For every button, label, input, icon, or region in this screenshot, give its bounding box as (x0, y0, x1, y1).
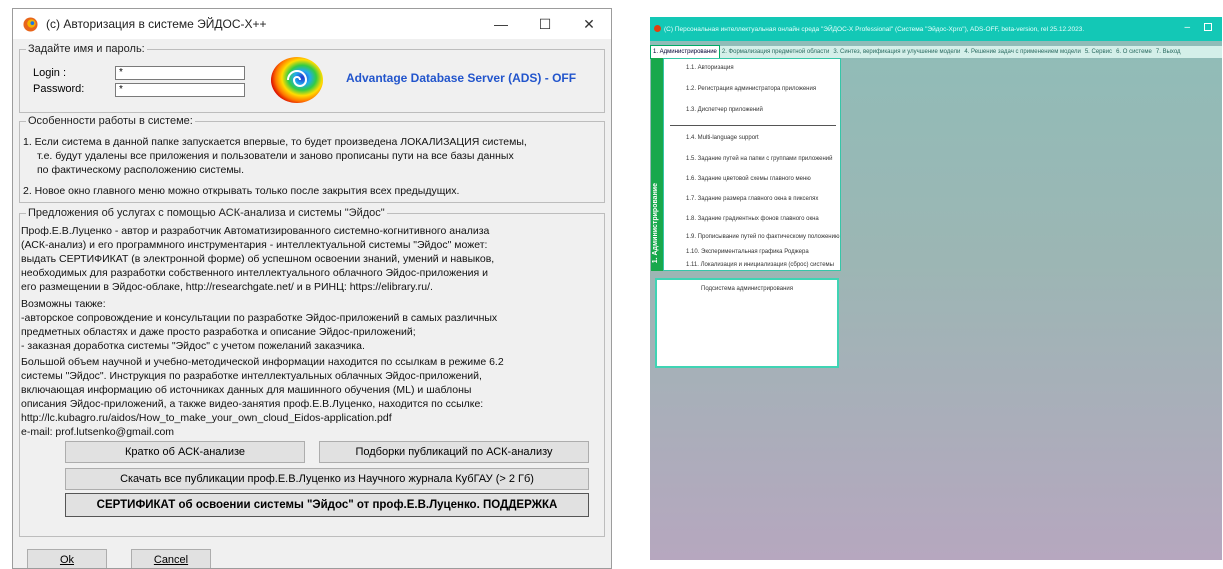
submenu-item-1-1[interactable]: 1.1. Авторизация (686, 65, 734, 71)
login-group-legend: Задайте имя и пароль: (28, 43, 145, 55)
submenu-item-1-4[interactable]: 1.4. Multi-language support (686, 135, 759, 141)
administration-subsystem-panel: Подсистема администрирования (655, 278, 839, 368)
submenu-item-1-6[interactable]: 1.6. Задание цветовой схемы главного мен… (686, 176, 811, 182)
menu-item-synthesis[interactable]: 3. Синтез, верификация и улучшение модел… (831, 46, 962, 58)
minimize-icon[interactable]: – (1184, 22, 1190, 33)
certificate-support-button[interactable]: СЕРТИФИКАТ об освоении системы "Эйдос" о… (65, 493, 589, 517)
submenu-item-1-5[interactable]: 1.5. Задание путей на папки с группами п… (686, 156, 832, 162)
submenu-separator (670, 125, 836, 126)
cancel-label: Cancel (153, 554, 189, 566)
login-input[interactable]: * (115, 66, 245, 80)
dialog-title: (c) Авторизация в системе ЭЙДОС-X++ (46, 17, 267, 31)
cancel-button[interactable]: Cancel (131, 549, 211, 568)
eidos-app-icon (654, 25, 661, 32)
main-titlebar[interactable]: (C) Персональная интеллектуальная онлайн… (650, 17, 1222, 41)
eidos-logo-icon (271, 57, 323, 103)
menu-item-exit[interactable]: 7. Выход (1154, 46, 1183, 58)
services-line-15: e-mail: prof.lutsenko@gmail.com (21, 426, 175, 438)
password-input[interactable]: * (115, 83, 245, 97)
ads-status-text: Advantage Database Server (ADS) - OFF (346, 71, 577, 85)
menu-item-formalization[interactable]: 2. Формализация предметной области (720, 46, 831, 58)
main-menubar: 1. Администрирование 2. Формализация пре… (650, 45, 1222, 59)
services-line-14: http://lc.kubagro.ru/aidos/How_to_make_y… (21, 412, 392, 424)
maximize-icon[interactable] (1204, 23, 1212, 31)
ok-label: Ok (59, 554, 75, 566)
services-line-7: -авторское сопровождение и консультации … (21, 312, 498, 324)
menu-item-service[interactable]: 5. Сервис (1083, 46, 1114, 58)
authorization-dialog: (c) Авторизация в системе ЭЙДОС-X++ — ☐ … (12, 8, 612, 569)
services-line-9: - заказная доработка системы "Эйдос" с у… (21, 340, 365, 352)
feature-line-4: 2. Новое окно главного меню можно открыв… (23, 185, 460, 197)
panel-title: Подсистема администрирования (701, 286, 793, 292)
submenu-item-1-2[interactable]: 1.2. Регистрация администратора приложен… (686, 86, 816, 92)
password-label: Password: (33, 83, 85, 95)
eidos-main-window: (C) Персональная интеллектуальная онлайн… (650, 17, 1222, 560)
feature-line-1: 1. Если система в данной папке запускает… (23, 136, 527, 148)
services-line-2: (АСК-анализ) и его программного инструме… (21, 239, 488, 251)
maximize-button[interactable]: ☐ (523, 9, 567, 39)
services-line-11: системы "Эйдос". Инструкция по разработк… (21, 370, 482, 382)
services-line-6: Возможны также: (21, 298, 106, 310)
submenu-item-1-3[interactable]: 1.3. Диспетчер приложений (686, 107, 763, 113)
minimize-button[interactable]: — (479, 9, 523, 39)
vertical-menu-banner: 1. Администрирование (651, 58, 663, 271)
menu-item-solving[interactable]: 4. Решение задач с применением модели (962, 46, 1082, 58)
brief-ask-analysis-button[interactable]: Кратко об АСК-анализе (65, 441, 305, 463)
submenu-item-1-10[interactable]: 1.10. Экспериментальная графика Роджера (686, 249, 809, 255)
features-group-legend: Особенности работы в системе: (28, 115, 193, 127)
services-line-5: его размещении в Эйдос-облаке, http://re… (21, 281, 433, 293)
dialog-titlebar[interactable]: (c) Авторизация в системе ЭЙДОС-X++ — ☐ … (13, 9, 611, 39)
login-label: Login : (33, 67, 67, 79)
close-button[interactable]: ✕ (567, 9, 611, 39)
submenu-item-1-9[interactable]: 1.9. Прописывание путей по фактическому … (686, 234, 839, 240)
menu-item-about[interactable]: 6. О системе (1114, 46, 1154, 58)
services-line-1: Проф.Е.В.Луценко - автор и разработчик А… (21, 225, 490, 237)
services-line-12: включающая информацию об источниках данн… (21, 384, 472, 396)
ok-button[interactable]: Ok (27, 549, 107, 568)
menu-item-administration[interactable]: 1. Администрирование (650, 45, 720, 59)
publications-selection-button[interactable]: Подборки публикаций по АСК-анализу (319, 441, 589, 463)
main-window-title: (C) Персональная интеллектуальная онлайн… (664, 25, 1085, 33)
download-publications-button[interactable]: Скачать все публикации проф.Е.В.Луценко … (65, 468, 589, 490)
submenu-item-1-8[interactable]: 1.8. Задание градиентных фонов главного … (686, 216, 819, 222)
eidos-app-icon (23, 16, 38, 32)
submenu-item-1-11[interactable]: 1.11. Локализация и инициализация (сброс… (686, 262, 834, 268)
services-line-10: Большой объем научной и учебно-методичес… (21, 356, 504, 368)
services-group-legend: Предложения об услугах с помощью АСК-ана… (28, 207, 385, 219)
feature-line-2: т.е. будут удалены все приложения и поль… (37, 150, 514, 162)
services-line-8: предметных областях и даже просто разраб… (21, 326, 416, 338)
services-line-4: необходимых для разработки собственного … (21, 267, 488, 279)
vertical-menu-label: 1. Администрирование (652, 182, 659, 263)
administration-dropdown: 1.1. Авторизация 1.2. Регистрация админи… (663, 58, 841, 271)
services-line-3: выдать СЕРТИФИКАТ (в электронной форме) … (21, 253, 495, 265)
submenu-item-1-7[interactable]: 1.7. Задание размера главного окна в пик… (686, 196, 818, 202)
services-line-13: описания Эйдос-приложений, а также видео… (21, 398, 484, 410)
feature-line-3: по фактическому расположению системы. (37, 164, 245, 176)
